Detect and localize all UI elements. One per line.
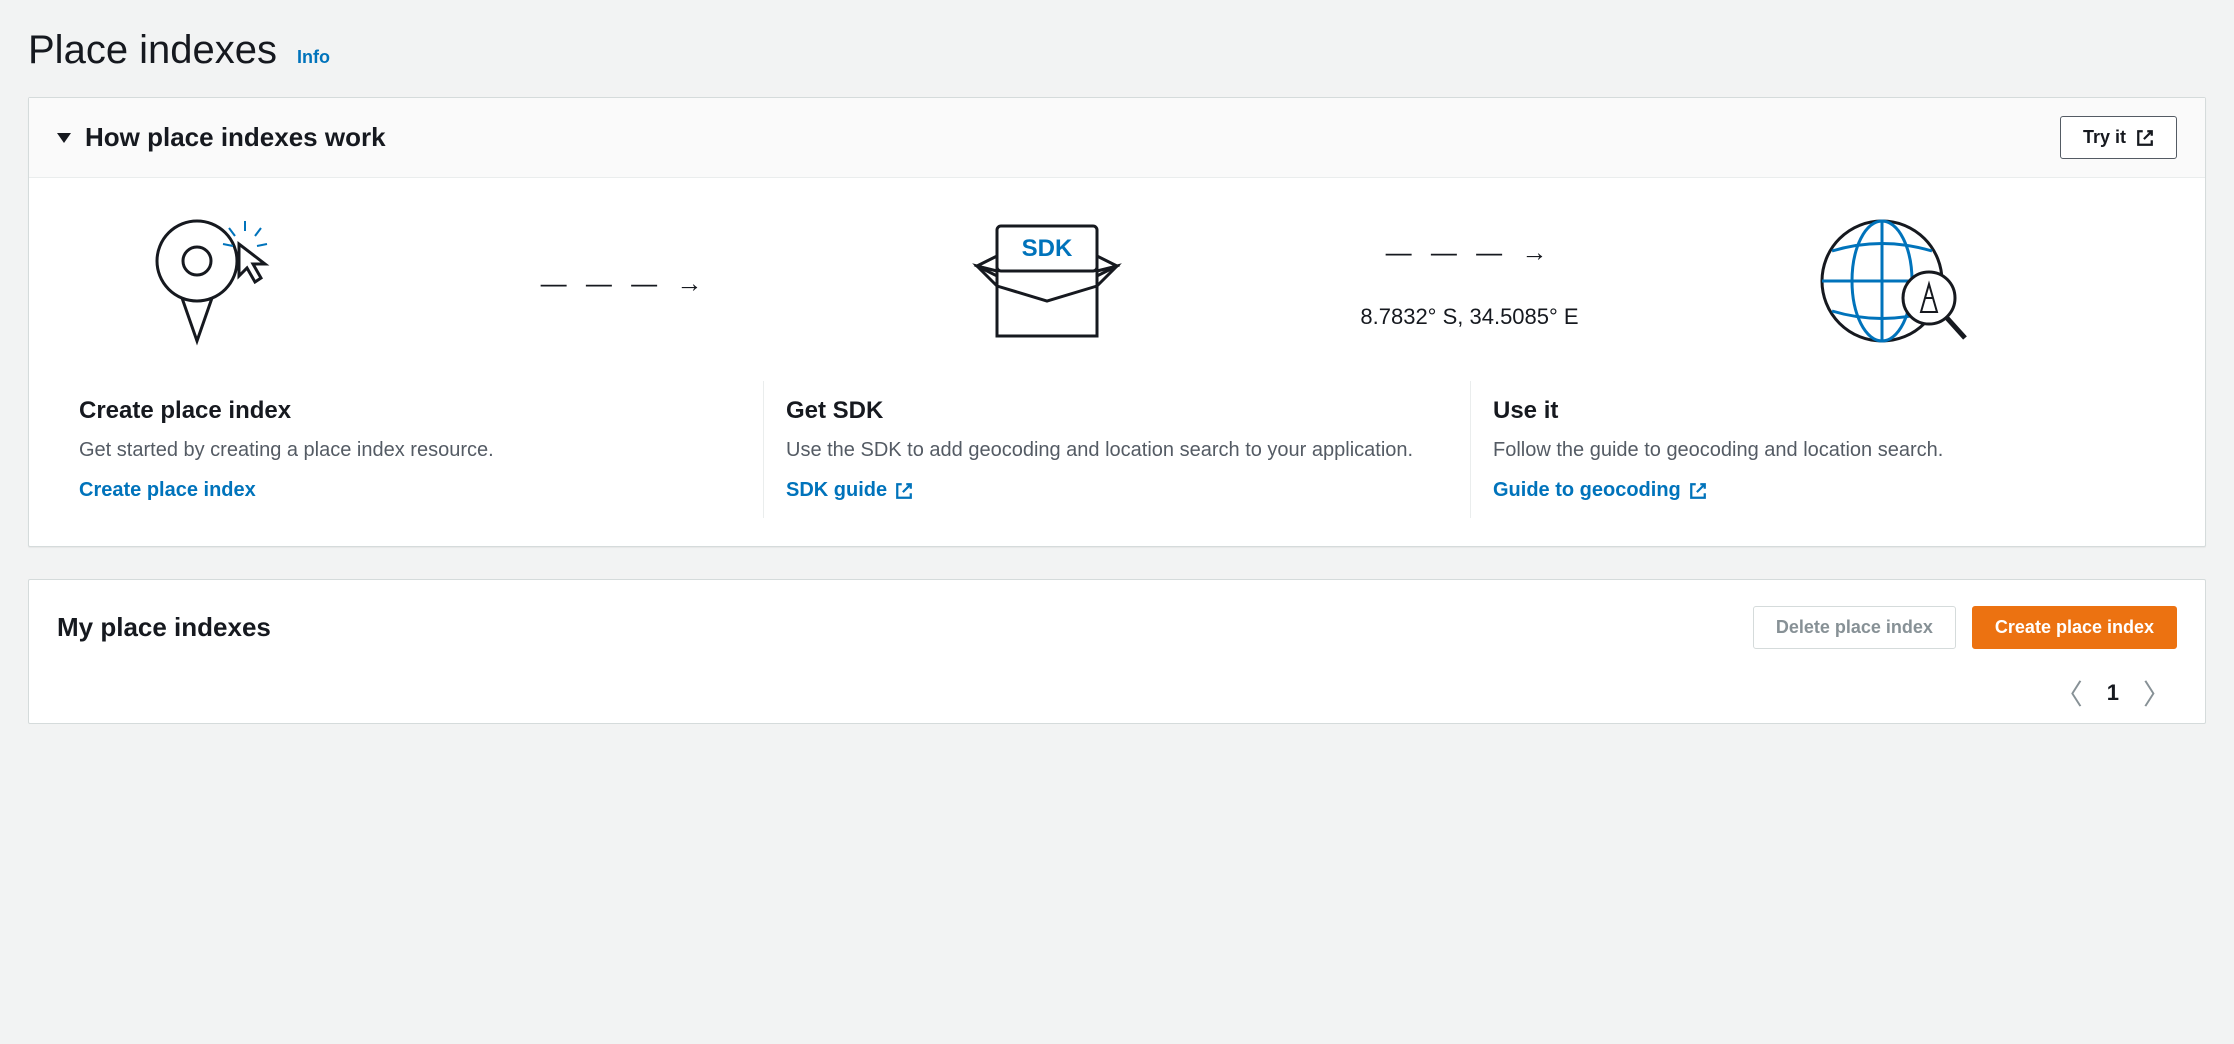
external-link-icon	[1689, 482, 1707, 500]
link-label: SDK guide	[786, 479, 887, 502]
card-title: Use it	[1493, 397, 2155, 425]
info-link[interactable]: Info	[297, 47, 330, 68]
card-desc: Get started by creating a place index re…	[79, 435, 741, 465]
sdk-label: SDK	[1022, 235, 1073, 262]
how-place-indexes-panel: How place indexes work Try it	[28, 97, 2206, 547]
arrow-icon: — — — →	[287, 268, 962, 299]
my-panel-title: My place indexes	[57, 612, 271, 643]
delete-place-index-button[interactable]: Delete place index	[1753, 606, 1956, 649]
step-card-create: Create place index Get started by creati…	[57, 381, 763, 518]
globe-search-icon	[1807, 206, 1977, 361]
page-title: Place indexes	[28, 28, 277, 73]
create-place-index-button[interactable]: Create place index	[1972, 606, 2177, 649]
try-it-button[interactable]: Try it	[2060, 116, 2177, 159]
my-place-indexes-panel: My place indexes Delete place index Crea…	[28, 579, 2206, 724]
try-it-label: Try it	[2083, 127, 2126, 148]
step-card-sdk: Get SDK Use the SDK to add geocoding and…	[763, 381, 1470, 518]
card-desc: Use the SDK to add geocoding and locatio…	[786, 435, 1448, 465]
sdk-guide-link[interactable]: SDK guide	[786, 479, 913, 502]
sdk-box-icon: SDK	[962, 206, 1132, 361]
create-place-index-link[interactable]: Create place index	[79, 479, 256, 502]
caret-down-icon	[57, 133, 71, 143]
card-desc: Follow the guide to geocoding and locati…	[1493, 435, 2155, 465]
page-number: 1	[2107, 680, 2119, 706]
step-card-use: Use it Follow the guide to geocoding and…	[1470, 381, 2177, 518]
next-page-button[interactable]: 〉	[2143, 673, 2171, 713]
create-index-icon	[137, 206, 287, 361]
arrow-icon: — — — →	[1386, 237, 1554, 268]
how-panel-title: How place indexes work	[85, 122, 386, 153]
panel-toggle[interactable]: How place indexes work	[57, 122, 386, 153]
card-title: Create place index	[79, 397, 741, 425]
external-link-icon	[2136, 129, 2154, 147]
card-title: Get SDK	[786, 397, 1448, 425]
external-link-icon	[895, 482, 913, 500]
coordinates-label: 8.7832° S, 34.5085° E	[1360, 304, 1578, 330]
link-label: Guide to geocoding	[1493, 479, 1681, 502]
geocoding-guide-link[interactable]: Guide to geocoding	[1493, 479, 1707, 502]
prev-page-button[interactable]: 〈	[2055, 673, 2083, 713]
